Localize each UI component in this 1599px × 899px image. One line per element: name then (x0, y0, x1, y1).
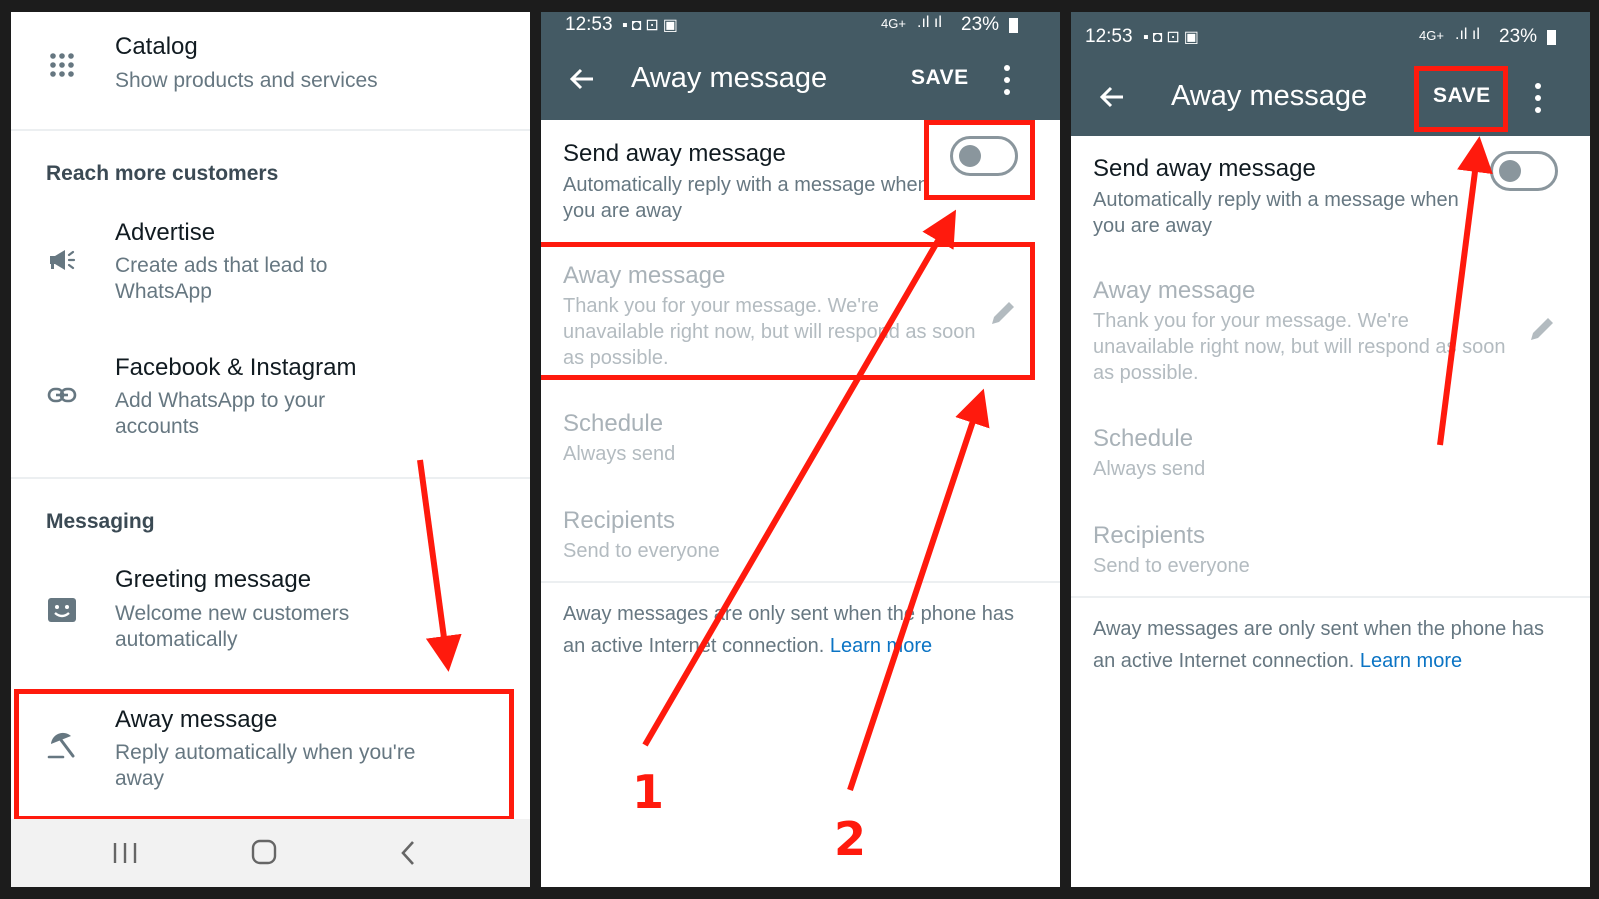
divider (11, 129, 530, 131)
send-away-subtitle: Automatically reply with a message when … (563, 174, 929, 222)
status-time: 12:53 (1085, 26, 1133, 47)
back-arrow-icon[interactable] (1095, 80, 1129, 114)
internet-note: Away messages are only sent when the pho… (563, 598, 1033, 662)
advertise-subtitle: Create ads that lead to WhatsApp (115, 254, 328, 303)
greeting-subtitle: Welcome new customers automatically (115, 602, 350, 651)
highlight-box-away-item (14, 689, 514, 821)
recent-apps-icon[interactable] (105, 835, 145, 871)
grid-icon (50, 53, 74, 77)
more-options-icon[interactable] (1000, 60, 1014, 100)
status-bar: 12:53 ▪◘⊡▣ 4G+ .ıl ıl 23% (1071, 12, 1590, 58)
battery-icon (1009, 18, 1018, 33)
battery-percent: 23% (961, 14, 1000, 35)
away-message-save-screen: 12:53 ▪◘⊡▣ 4G+ .ıl ıl 23% Away message S… (1071, 12, 1590, 887)
schedule-label: Schedule (563, 410, 664, 437)
back-nav-icon[interactable] (389, 835, 429, 871)
send-away-title: Send away message (563, 140, 786, 167)
away-message-toggle[interactable] (1490, 151, 1558, 191)
learn-more-link[interactable]: Learn more (830, 635, 932, 657)
notification-icons: ▪◘⊡▣ (622, 17, 682, 34)
highlight-box-toggle (924, 120, 1035, 200)
divider (11, 477, 530, 479)
status-bar: 12:53 ▪◘⊡▣ 4G+ .ıl ıl 23% (541, 12, 1060, 40)
app-bar: Away message SAVE (1071, 58, 1590, 136)
advertise-item[interactable]: Advertise Create ads that lead to WhatsA… (11, 207, 530, 317)
app-bar: Away message SAVE (541, 40, 1060, 120)
step-number-1: 1 (632, 765, 665, 819)
away-message-body: Thank you for your message. We're unavai… (1093, 310, 1506, 384)
section-header-reach: Reach more customers (46, 162, 279, 185)
section-header-messaging: Messaging (46, 510, 155, 533)
signal-icon: .ıl ıl (917, 14, 942, 31)
facebook-instagram-item[interactable]: Facebook & Instagram Add WhatsApp to you… (11, 342, 530, 452)
away-message-label: Away message (1093, 277, 1256, 304)
recipients-label: Recipients (1093, 522, 1206, 549)
recipients-value: Send to everyone (1093, 555, 1250, 577)
status-time: 12:53 (565, 14, 613, 35)
facebook-instagram-subtitle: Add WhatsApp to your accounts (115, 389, 326, 438)
tutorial-collage: Catalog Show products and services Reach… (0, 0, 1599, 899)
schedule-label: Schedule (1093, 425, 1194, 452)
send-away-title: Send away message (1093, 155, 1316, 182)
highlight-box-message (541, 242, 1035, 380)
network-indicator: 4G+ (881, 16, 906, 31)
advertise-title: Advertise (115, 219, 216, 246)
divider (541, 581, 1060, 583)
away-message-settings-screen: 12:53 ▪◘⊡▣ 4G+ .ıl ıl 23% Away message S… (541, 12, 1060, 887)
catalog-subtitle: Show products and services (115, 69, 378, 92)
schedule-value: Always send (1093, 458, 1206, 480)
catalog-title: Catalog (115, 33, 198, 60)
divider (1071, 596, 1590, 598)
recipients-value: Send to everyone (563, 540, 720, 562)
android-navigation-bar (11, 819, 530, 887)
internet-note: Away messages are only sent when the pho… (1093, 613, 1563, 677)
link-icon (47, 387, 77, 403)
highlight-box-save (1414, 66, 1508, 132)
notification-icons: ▪◘⊡▣ (1143, 29, 1203, 46)
catalog-item[interactable]: Catalog Show products and services (11, 12, 530, 130)
greeting-title: Greeting message (115, 566, 312, 593)
save-button[interactable]: SAVE (911, 66, 969, 90)
pencil-edit-icon[interactable] (1527, 314, 1557, 344)
business-tools-screen: Catalog Show products and services Reach… (11, 12, 530, 887)
internet-note-text: Away messages are only sent when the pho… (1093, 618, 1545, 672)
megaphone-icon (50, 250, 76, 270)
app-bar-title: Away message (1171, 80, 1368, 112)
greeting-message-item[interactable]: Greeting message Welcome new customers a… (11, 552, 530, 662)
schedule-value: Always send (563, 443, 676, 465)
internet-note-text: Away messages are only sent when the pho… (563, 603, 1015, 657)
facebook-instagram-title: Facebook & Instagram (115, 354, 357, 381)
battery-icon (1547, 30, 1556, 45)
step-number-2: 2 (834, 812, 867, 866)
more-options-icon[interactable] (1531, 78, 1545, 118)
back-arrow-icon[interactable] (565, 62, 599, 96)
home-icon[interactable] (244, 835, 284, 871)
greeting-icon (48, 598, 76, 622)
battery-percent: 23% (1499, 26, 1538, 47)
signal-icon: .ıl ıl (1455, 26, 1480, 43)
network-indicator: 4G+ (1419, 28, 1444, 43)
learn-more-link[interactable]: Learn more (1360, 650, 1462, 672)
send-away-subtitle: Automatically reply with a message when … (1093, 189, 1459, 237)
recipients-label: Recipients (563, 507, 676, 534)
toggle-knob (1499, 160, 1521, 182)
app-bar-title: Away message (631, 62, 828, 94)
